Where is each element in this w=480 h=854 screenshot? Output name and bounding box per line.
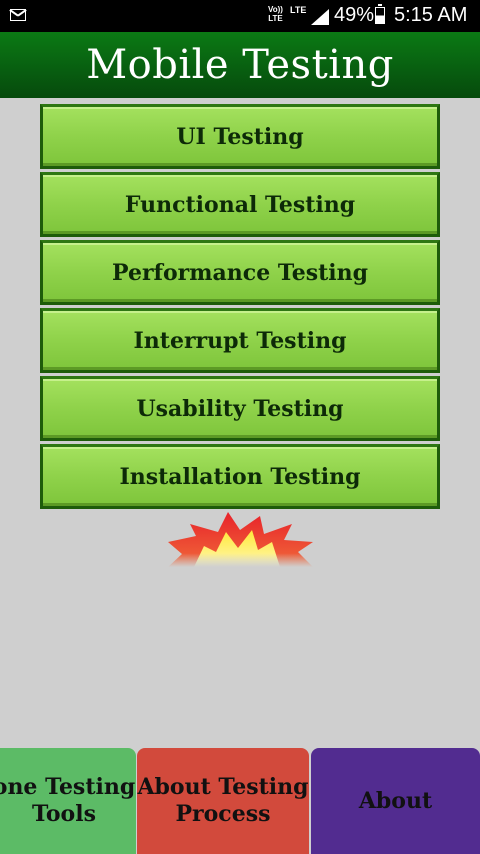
- title-bar: Mobile Testing: [0, 32, 480, 98]
- usability-testing-button[interactable]: Usability Testing: [40, 376, 440, 441]
- interrupt-testing-button[interactable]: Interrupt Testing: [40, 308, 440, 373]
- process-line1: About Testing: [137, 774, 309, 800]
- about-button[interactable]: About: [311, 748, 480, 854]
- clock: 5:15 AM: [394, 4, 468, 26]
- installation-testing-button[interactable]: Installation Testing: [40, 444, 440, 509]
- testing-menu: UI Testing Functional Testing Performanc…: [40, 104, 440, 512]
- testing-tools-label: one Testing Tools: [0, 774, 135, 828]
- battery-percent: 49%: [334, 4, 375, 26]
- about-testing-process-button[interactable]: About Testing Process: [137, 748, 309, 854]
- ui-testing-button[interactable]: UI Testing: [40, 104, 440, 169]
- testing-tools-line2: Tools: [32, 801, 96, 827]
- lte-indicator: LTE: [290, 5, 307, 15]
- mail-notification-icon: [10, 9, 26, 21]
- about-testing-process-label: About Testing Process: [137, 774, 308, 828]
- battery-icon: [375, 4, 385, 24]
- volte-top-text: Vo)): [268, 5, 283, 14]
- functional-testing-button[interactable]: Functional Testing: [40, 172, 440, 237]
- volte-bottom-text: LTE: [268, 14, 283, 23]
- testing-tools-button[interactable]: one Testing Tools: [0, 748, 136, 854]
- testing-tools-line1: one Testing: [0, 774, 136, 800]
- explosion-burst-icon: [168, 512, 313, 567]
- process-line2: Process: [175, 801, 271, 827]
- performance-testing-button[interactable]: Performance Testing: [40, 240, 440, 305]
- bottom-navigation: one Testing Tools About Testing Process …: [0, 748, 480, 854]
- page-title: Mobile Testing: [86, 42, 394, 88]
- volte-indicator: Vo)) LTE: [268, 5, 283, 23]
- signal-strength-icon: [311, 9, 329, 25]
- status-bar: Vo)) LTE LTE 49% 5:15 AM: [0, 0, 480, 32]
